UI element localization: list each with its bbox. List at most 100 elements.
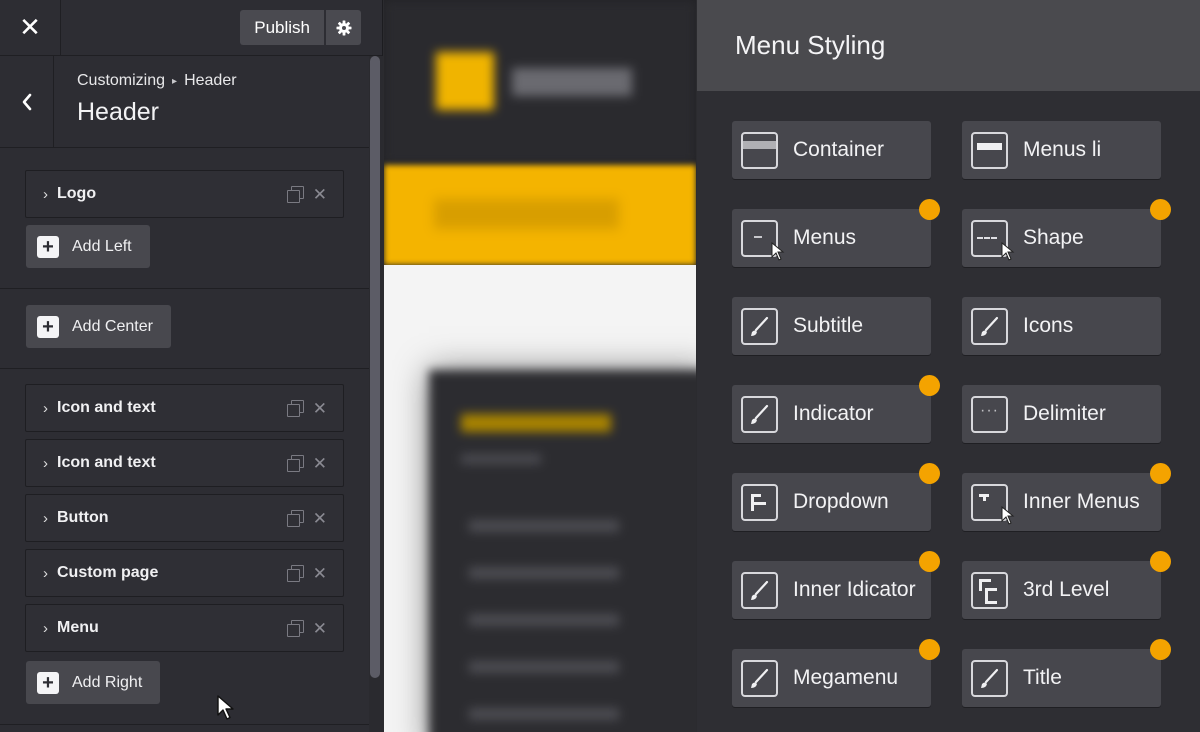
- list-item-custom-page[interactable]: › Custom page ✕: [25, 549, 344, 597]
- style-button-3rd-level[interactable]: 3rd Level: [962, 561, 1161, 619]
- right-column-group: › Icon and text ✕ › Icon and text ✕ › Bu…: [0, 369, 369, 725]
- preview-header: [384, 0, 696, 165]
- back-button[interactable]: [0, 56, 54, 147]
- modified-indicator-dot: [919, 375, 940, 396]
- customizer-scrollbar[interactable]: [369, 56, 383, 732]
- preview-dropdown-menu: [429, 370, 696, 732]
- duplicate-icon[interactable]: [286, 186, 304, 203]
- modified-indicator-dot: [919, 199, 940, 220]
- styling-header: Menu Styling: [697, 0, 1200, 91]
- remove-icon[interactable]: ✕: [313, 620, 327, 637]
- chevron-right-icon: ›: [43, 619, 48, 637]
- modified-indicator-dot: [1150, 639, 1171, 660]
- style-button-inner-menus[interactable]: Inner Menus: [962, 473, 1161, 531]
- pointer-icon: [1001, 505, 1015, 525]
- scrollbar-thumb[interactable]: [370, 56, 380, 678]
- add-left-button[interactable]: + Add Left: [26, 225, 150, 268]
- add-right-button[interactable]: + Add Right: [26, 661, 161, 704]
- pointer-icon: [771, 241, 785, 261]
- modified-indicator-dot: [1150, 199, 1171, 220]
- style-button-delimiter[interactable]: Delimiter: [962, 385, 1161, 443]
- style-button-icons[interactable]: Icons: [962, 297, 1161, 355]
- remove-icon[interactable]: ✕: [313, 510, 327, 527]
- duplicate-icon[interactable]: [286, 400, 304, 417]
- close-button[interactable]: ✕: [0, 0, 61, 56]
- publish-settings-button[interactable]: [326, 10, 361, 45]
- chevron-right-icon: ›: [43, 399, 48, 417]
- close-icon: ✕: [19, 12, 41, 42]
- brush-icon: [741, 307, 778, 345]
- preview-logo: [436, 52, 494, 110]
- chevron-left-icon: [22, 93, 31, 110]
- chevron-right-icon: ›: [43, 509, 48, 527]
- styling-title: Menu Styling: [735, 30, 886, 60]
- brush-icon: [741, 395, 778, 433]
- customizer-panel: ✕ Publish Customizing ▸ Header Header › …: [0, 0, 383, 732]
- style-button-container[interactable]: Container: [732, 121, 931, 179]
- style-button-subtitle[interactable]: Subtitle: [732, 297, 931, 355]
- list-item-icon-and-text-2[interactable]: › Icon and text ✕: [25, 439, 344, 487]
- left-column-group: › Logo ✕ + Add Left: [0, 149, 369, 289]
- list-item-menu[interactable]: › Menu ✕: [25, 604, 344, 652]
- center-column-group: + Add Center: [0, 289, 369, 369]
- section-title: Header: [77, 98, 159, 126]
- plus-icon: +: [37, 671, 59, 694]
- modified-indicator-dot: [919, 639, 940, 660]
- duplicate-icon[interactable]: [286, 565, 304, 582]
- style-button-indicator[interactable]: Indicator: [732, 385, 931, 443]
- remove-icon[interactable]: ✕: [313, 400, 327, 417]
- preview-banner: [384, 165, 696, 265]
- plus-icon: +: [37, 315, 59, 338]
- duplicate-icon[interactable]: [286, 455, 304, 472]
- plus-icon: +: [37, 235, 59, 258]
- menus-icon: [741, 219, 785, 261]
- gear-icon: [336, 20, 351, 35]
- style-button-shape[interactable]: Shape: [962, 209, 1161, 267]
- style-button-inner-idicator[interactable]: Inner Idicator: [732, 561, 931, 619]
- dropdown-icon: [741, 483, 778, 521]
- brush-icon: [971, 659, 1008, 697]
- delimiter-icon: [971, 395, 1008, 433]
- customizer-topbar: ✕ Publish: [0, 0, 382, 56]
- style-button-title[interactable]: Title: [962, 649, 1161, 707]
- list-item-icon-and-text[interactable]: › Icon and text ✕: [25, 384, 344, 432]
- remove-icon[interactable]: ✕: [313, 186, 327, 203]
- pointer-icon: [1001, 241, 1015, 261]
- container-icon: [741, 131, 778, 169]
- breadcrumb-separator: ▸: [172, 75, 178, 87]
- remove-icon[interactable]: ✕: [313, 565, 327, 582]
- chevron-right-icon: ›: [43, 564, 48, 582]
- inner-menus-icon: [971, 483, 1015, 525]
- style-button-menus-li[interactable]: Menus li: [962, 121, 1161, 179]
- site-preview: [384, 0, 696, 732]
- brush-icon: [741, 659, 778, 697]
- add-center-button[interactable]: + Add Center: [26, 305, 171, 348]
- third-level-icon: [971, 571, 1008, 609]
- mouse-cursor-icon: [217, 695, 234, 720]
- chevron-right-icon: ›: [43, 454, 48, 472]
- breadcrumb: Customizing ▸ Header: [77, 72, 237, 90]
- menu-styling-panel: Menu Styling Container Menus li Menus Sh…: [697, 0, 1200, 732]
- brush-icon: [971, 307, 1008, 345]
- breadcrumb-parent: Customizing: [77, 72, 166, 89]
- item-label: Logo: [57, 185, 97, 202]
- style-button-megamenu[interactable]: Megamenu: [732, 649, 931, 707]
- brush-icon: [741, 571, 778, 609]
- modified-indicator-dot: [1150, 463, 1171, 484]
- duplicate-icon[interactable]: [286, 620, 304, 637]
- publish-button[interactable]: Publish: [240, 10, 324, 45]
- style-button-dropdown[interactable]: Dropdown: [732, 473, 931, 531]
- style-button-menus[interactable]: Menus: [732, 209, 931, 267]
- remove-icon[interactable]: ✕: [313, 455, 327, 472]
- shape-icon: [971, 219, 1015, 261]
- section-header: Customizing ▸ Header Header: [0, 56, 382, 148]
- menus-li-icon: [971, 131, 1008, 169]
- modified-indicator-dot: [1150, 551, 1171, 572]
- duplicate-icon[interactable]: [286, 510, 304, 527]
- list-item-button[interactable]: › Button ✕: [25, 494, 344, 542]
- list-item-logo[interactable]: › Logo ✕: [25, 170, 344, 218]
- modified-indicator-dot: [919, 551, 940, 572]
- breadcrumb-current: Header: [184, 72, 237, 89]
- modified-indicator-dot: [919, 463, 940, 484]
- chevron-right-icon: ›: [43, 185, 48, 203]
